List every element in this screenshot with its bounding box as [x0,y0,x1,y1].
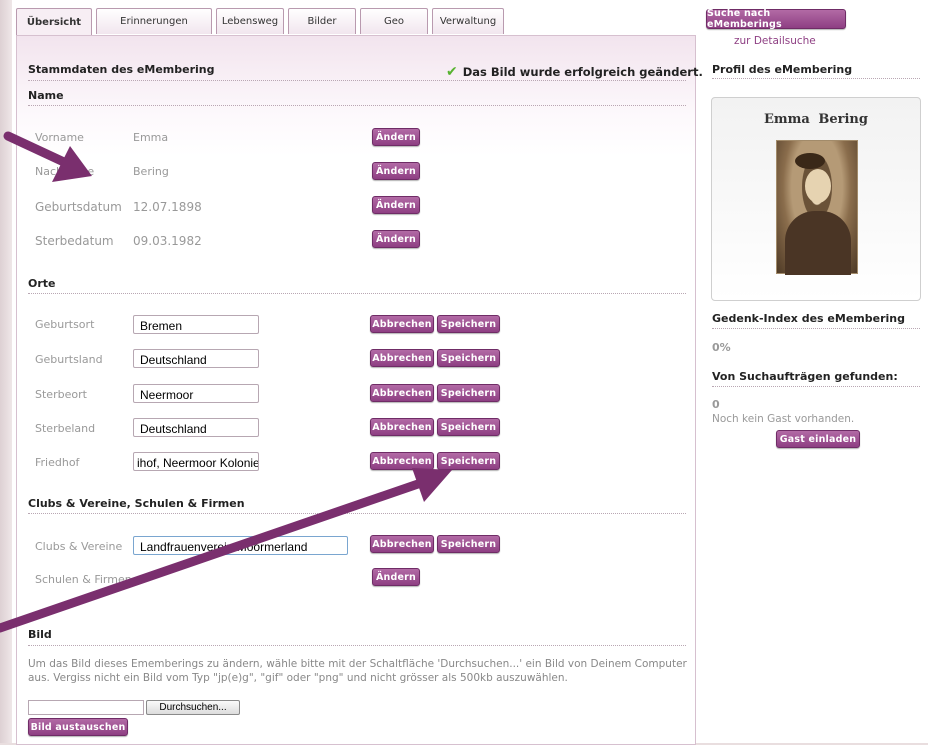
label-clubs: Clubs & Vereine [35,540,123,553]
profile-title: Profil des eMembering [712,63,853,76]
tab-uebersicht[interactable]: Übersicht [16,8,92,36]
value-sterbedatum: 09.03.1982 [133,234,202,248]
tab-lebensweg[interactable]: Lebensweg [216,8,284,34]
bild-info-text: Um das Bild dieses Ememberings zu ändern… [28,658,687,684]
divider [28,80,686,81]
check-icon: ✔ [446,64,458,80]
profile-card: Emma Bering [711,97,921,301]
value-vorname: Emma [133,131,169,144]
cancel-clubs-button[interactable]: Abbrechen [370,535,434,553]
save-sterbeort-button[interactable]: Speichern [437,384,500,402]
success-message: ✔ Das Bild wurde erfolgreich geändert. [446,64,703,80]
friedhof-input[interactable]: ihof, Neermoor Kolonie [133,452,259,471]
label-vorname: Vorname [35,131,84,144]
profile-name: Emma Bering [764,112,868,127]
label-sterbeort: Sterbeort [35,388,87,401]
photo-body [785,211,851,275]
success-text: Das Bild wurde erfolgreich geändert. [462,65,703,79]
replace-image-button[interactable]: Bild austauschen [28,718,128,736]
label-friedhof: Friedhof [35,456,80,469]
edit-nachname-button[interactable]: Ändern [372,162,420,180]
found-value: 0 [712,398,720,411]
photo-bow [795,153,825,169]
value-nachname: Bering [133,165,169,178]
gedenk-index-title: Gedenk-Index des eMembering [712,312,905,325]
cancel-friedhof-button[interactable]: Abbrechen [370,452,434,470]
sterbeland-input[interactable]: Deutschland [133,418,259,437]
found-title: Von Suchaufträgen gefunden: [712,370,898,383]
edit-sterbedatum-button[interactable]: Ändern [372,230,420,248]
file-path-input[interactable] [28,700,144,715]
save-clubs-button[interactable]: Speichern [437,535,500,553]
save-sterbeland-button[interactable]: Speichern [437,418,500,436]
edit-schulen-button[interactable]: Ändern [372,568,420,586]
detail-search-link[interactable]: zur Detailsuche [734,35,816,47]
search-ememberings-button[interactable]: Suche nach eMemberings [706,8,846,30]
section-title-orte: Orte [28,277,56,290]
cancel-geburtsland-button[interactable]: Abbrechen [370,349,434,367]
value-geburtsdatum: 12.07.1898 [133,200,202,214]
label-geburtsort: Geburtsort [35,318,95,331]
page-title: Stammdaten des eMembering [28,63,215,76]
section-title-bild: Bild [28,628,52,641]
label-schulen: Schulen & Firmen [35,573,132,586]
divider [712,328,920,329]
tab-verwaltung[interactable]: Verwaltung [432,8,504,34]
invite-guest-button[interactable]: Gast einladen [776,430,860,448]
label-geburtsdatum: Geburtsdatum [35,200,122,214]
cancel-geburtsort-button[interactable]: Abbrechen [370,315,434,333]
photo-face [805,169,831,203]
tab-bar: Übersicht Erinnerungen Lebensweg Bilder … [16,8,508,36]
gedenk-index-value: 0% [712,341,731,354]
save-geburtsland-button[interactable]: Speichern [437,349,500,367]
edit-vorname-button[interactable]: Ändern [372,128,420,146]
clubs-input[interactable]: Landfrauenverein Moormerland [133,536,348,555]
label-nachname: Nachname [35,165,95,178]
edit-geburtsdatum-button[interactable]: Ändern [372,196,420,214]
save-geburtsort-button[interactable]: Speichern [437,315,500,333]
browse-button[interactable]: Durchsuchen... [146,700,240,715]
divider [28,293,686,294]
divider [712,78,920,79]
section-title-clubs: Clubs & Vereine, Schulen & Firmen [28,497,245,510]
label-sterbeland: Sterbeland [35,422,96,435]
section-title-name: Name [28,89,64,102]
page-left-shadow [0,0,12,743]
main-panel [16,35,696,745]
geburtsort-input[interactable]: Bremen [133,315,259,334]
divider [28,645,686,646]
tab-geo[interactable]: Geo [360,8,428,34]
cancel-sterbeland-button[interactable]: Abbrechen [370,418,434,436]
sterbeort-input[interactable]: Neermoor [133,384,259,403]
tab-bilder[interactable]: Bilder [288,8,356,34]
divider [28,513,686,514]
label-geburtsland: Geburtsland [35,353,103,366]
profile-photo [776,140,858,275]
label-sterbedatum: Sterbedatum [35,234,114,248]
tab-erinnerungen[interactable]: Erinnerungen [96,8,212,34]
save-friedhof-button[interactable]: Speichern [437,452,500,470]
geburtsland-input[interactable]: Deutschland [133,349,259,368]
divider [28,105,686,106]
no-guest-text: Noch kein Gast vorhanden. [712,413,855,425]
divider [712,386,920,387]
cancel-sterbeort-button[interactable]: Abbrechen [370,384,434,402]
